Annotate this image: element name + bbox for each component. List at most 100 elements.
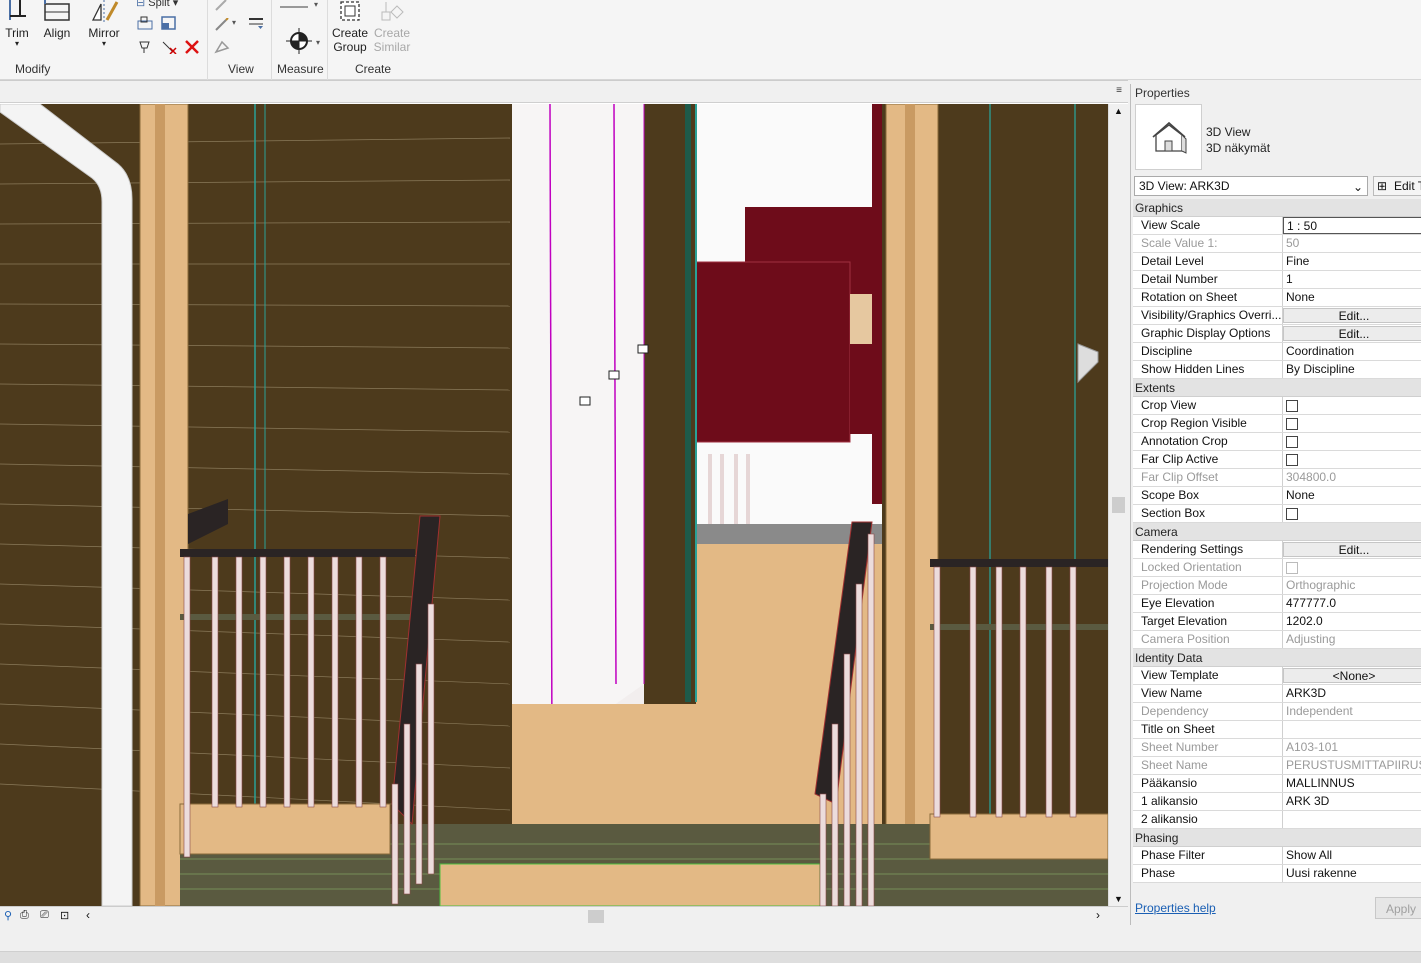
crop-region-checkbox[interactable] — [1286, 418, 1298, 430]
prop-row: View Scale 1 : 50 — [1133, 217, 1421, 235]
hidden-lines-field[interactable]: By Discipline — [1283, 361, 1421, 378]
prop-label: Rendering Settings — [1133, 541, 1283, 558]
align-icon — [44, 0, 70, 21]
prop-label: Locked Orientation — [1133, 559, 1283, 576]
prop-label: 1 alikansio — [1133, 793, 1283, 810]
prop-row: View Name ARK3D — [1133, 685, 1421, 703]
prop-label: Target Elevation — [1133, 613, 1283, 630]
properties-title: Properties — [1135, 86, 1190, 100]
hide-element-icon[interactable] — [214, 40, 230, 54]
array-icon[interactable] — [137, 16, 153, 30]
prop-row: Phase Filter Show All — [1133, 847, 1421, 865]
override-graphics-icon[interactable] — [214, 0, 230, 12]
prop-label: Annotation Crop — [1133, 433, 1283, 450]
pin-icon[interactable] — [137, 40, 153, 54]
chevron-down-icon: ▾ — [316, 38, 321, 47]
camera-position-field: Adjusting — [1286, 632, 1336, 646]
group-label-create: Create — [355, 62, 392, 76]
annotation-crop-checkbox[interactable] — [1286, 436, 1298, 448]
unpin-icon[interactable] — [161, 40, 177, 54]
prop-label: Show Hidden Lines — [1133, 361, 1283, 378]
3d-scene[interactable] — [0, 104, 1108, 906]
view-name-field[interactable]: ARK3D — [1283, 685, 1421, 702]
scope-box-field[interactable]: None — [1283, 487, 1421, 504]
group-label-view: View — [228, 62, 254, 76]
scroll-down-icon[interactable]: ▼ — [1114, 894, 1123, 904]
create-group-button[interactable]: Create Group — [330, 0, 370, 54]
prop-label: Crop Region Visible — [1133, 415, 1283, 432]
phase-filter-field[interactable]: Show All — [1283, 847, 1421, 864]
split-icon: ⊟ — [136, 0, 146, 9]
crop-icon[interactable]: ⊡ — [60, 909, 69, 922]
scroll-left-icon[interactable]: ‹ — [86, 908, 90, 922]
view-menu-icon[interactable]: ≡ — [1116, 85, 1122, 96]
railing-base-left — [179, 803, 391, 855]
discipline-field[interactable]: Coordination — [1283, 343, 1421, 360]
alikansio-2-field[interactable] — [1283, 811, 1421, 828]
scroll-right-icon[interactable]: › — [1096, 908, 1100, 922]
scale-icon[interactable] — [161, 16, 177, 30]
vertical-scrollbar[interactable]: ▲ ▼ — [1108, 104, 1128, 906]
target-elevation-field[interactable]: 1202.0 — [1283, 613, 1421, 630]
view-scale-field[interactable]: 1 : 50 — [1283, 217, 1421, 234]
prop-label: View Name — [1133, 685, 1283, 702]
status-bar — [0, 925, 1421, 963]
rotation-field[interactable]: None — [1283, 289, 1421, 306]
rendering-edit-button[interactable]: Edit... — [1283, 542, 1421, 557]
view-template-button[interactable]: <None> — [1283, 668, 1421, 683]
line-styles-icon[interactable] — [248, 16, 264, 30]
prop-label: View Scale — [1133, 217, 1283, 234]
h-scroll-thumb[interactable] — [588, 910, 604, 923]
crop-view-checkbox[interactable] — [1286, 400, 1298, 412]
section-box-checkbox[interactable] — [1286, 508, 1298, 520]
prop-row: Discipline Coordination — [1133, 343, 1421, 361]
view-window[interactable]: ≡ ▲ ▼ ⚲ ⎙ ⎚ ⊡ ‹ › — [0, 80, 1128, 926]
mirror-label: Mirror — [88, 26, 120, 40]
mirror-button[interactable]: Mirror ▾ — [84, 0, 124, 48]
prop-row: Graphic Display Options Edit... — [1133, 325, 1421, 343]
graphic-display-edit-button[interactable]: Edit... — [1283, 326, 1421, 341]
linework-icon[interactable] — [214, 18, 230, 32]
measure-icon — [286, 28, 312, 54]
section-camera[interactable]: Camera — [1133, 523, 1421, 541]
create-similar-button[interactable]: Create Similar — [372, 0, 412, 54]
split-button[interactable]: ⊟ Split ▾ — [136, 0, 178, 9]
create-group-label-1: Create — [331, 26, 369, 40]
prop-label: Dependency — [1133, 703, 1283, 720]
far-clip-checkbox[interactable] — [1286, 454, 1298, 466]
dimension-icon[interactable] — [280, 0, 310, 14]
projection-mode-field: Orthographic — [1286, 578, 1356, 592]
section-graphics[interactable]: Graphics — [1133, 199, 1421, 217]
properties-help-link[interactable]: Properties help — [1135, 901, 1216, 915]
prop-row: Target Elevation 1202.0 — [1133, 613, 1421, 631]
alikansio-1-field[interactable]: ARK 3D — [1283, 793, 1421, 810]
prop-row: Far Clip Active — [1133, 451, 1421, 469]
view-selector-dropdown[interactable]: 3D View: ARK3D ⌄ — [1134, 176, 1368, 196]
prop-row: Crop Region Visible — [1133, 415, 1421, 433]
section-phasing[interactable]: Phasing — [1133, 829, 1421, 847]
visibility-graphics-edit-button[interactable]: Edit... — [1283, 308, 1421, 323]
apply-button[interactable]: Apply — [1375, 897, 1421, 919]
detail-number-field[interactable]: 1 — [1283, 271, 1421, 288]
prop-label: Eye Elevation — [1133, 595, 1283, 612]
section-extents[interactable]: Extents — [1133, 379, 1421, 397]
3d-model-canvas[interactable] — [0, 104, 1108, 906]
trim-button[interactable]: Trim ▾ — [2, 0, 32, 48]
prop-label: Far Clip Active — [1133, 451, 1283, 468]
paakansio-field[interactable]: MALLINNUS — [1283, 775, 1421, 792]
prop-row: Crop View — [1133, 397, 1421, 415]
delete-icon[interactable] — [184, 40, 200, 54]
align-button[interactable]: Align — [38, 0, 76, 40]
camera-icon[interactable]: ⎙ — [20, 909, 29, 922]
chevron-down-icon: ⌄ — [1352, 180, 1363, 194]
title-on-sheet-field[interactable] — [1283, 721, 1421, 738]
render-icon[interactable]: ⎚ — [40, 909, 49, 922]
section-identity-data[interactable]: Identity Data — [1133, 649, 1421, 667]
scroll-thumb[interactable] — [1112, 497, 1125, 513]
scroll-up-icon[interactable]: ▲ — [1114, 106, 1123, 116]
phase-field[interactable]: Uusi rakenne — [1283, 865, 1421, 882]
detail-level-field[interactable]: Fine — [1283, 253, 1421, 270]
edit-type-button[interactable]: ⊞ Edit Type — [1373, 176, 1421, 196]
model-icon[interactable]: ⚲ — [4, 909, 12, 922]
eye-elevation-field[interactable]: 477777.0 — [1283, 595, 1421, 612]
